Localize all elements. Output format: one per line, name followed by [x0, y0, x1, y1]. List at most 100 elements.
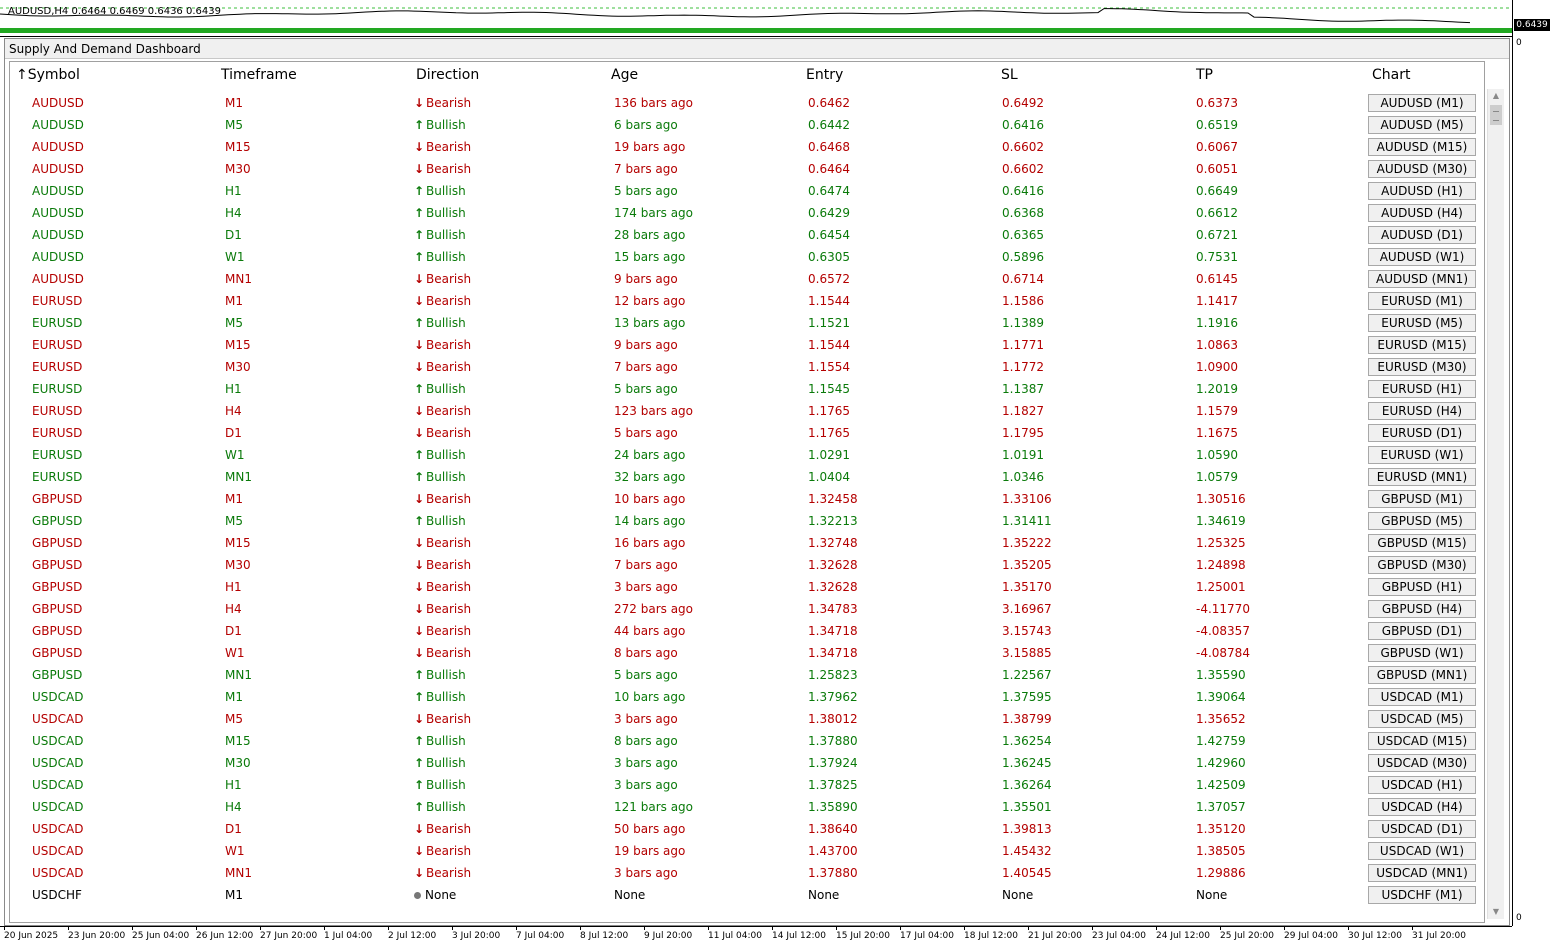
cell-direction: ↓ Bearish — [414, 712, 471, 726]
vertical-scrollbar[interactable]: ▲ ▼ — [1487, 89, 1504, 919]
open-chart-button[interactable]: GBPUSD (H1) — [1368, 578, 1476, 596]
cell-sl: 1.45432 — [1002, 844, 1052, 858]
cell-entry: 0.6462 — [808, 96, 850, 110]
open-chart-button[interactable]: AUDUSD (D1) — [1368, 226, 1476, 244]
open-chart-button[interactable]: EURUSD (MN1) — [1368, 468, 1476, 486]
header-symbol[interactable]: ↑Symbol — [16, 67, 80, 83]
cell-timeframe: D1 — [225, 426, 242, 440]
scroll-down-icon[interactable]: ▼ — [1488, 905, 1504, 919]
cell-tp: 1.1579 — [1196, 404, 1238, 418]
arrow-up-icon: ↑ — [414, 228, 425, 242]
cell-tp: 1.42509 — [1196, 778, 1246, 792]
cell-direction: ↓ Bearish — [414, 96, 471, 110]
cell-timeframe: M5 — [225, 118, 243, 132]
header-direction[interactable]: Direction — [416, 67, 479, 83]
open-chart-button[interactable]: GBPUSD (D1) — [1368, 622, 1476, 640]
cell-direction: ↑ Bullish — [414, 734, 466, 748]
open-chart-button[interactable]: USDCAD (M30) — [1368, 754, 1476, 772]
open-chart-button[interactable]: AUDUSD (M1) — [1368, 94, 1476, 112]
cell-age: 28 bars ago — [614, 228, 686, 242]
open-chart-button[interactable]: USDCAD (M5) — [1368, 710, 1476, 728]
cell-age: 3 bars ago — [614, 712, 678, 726]
time-tick-label: 20 Jun 2025 — [4, 931, 59, 941]
header-entry[interactable]: Entry — [806, 67, 843, 83]
cell-sl: 0.6416 — [1002, 184, 1044, 198]
open-chart-button[interactable]: AUDUSD (H4) — [1368, 204, 1476, 222]
cell-age: 5 bars ago — [614, 382, 678, 396]
header-timeframe[interactable]: Timeframe — [221, 67, 297, 83]
arrow-up-icon: ↑ — [414, 778, 425, 792]
table-row: EURUSD W1 ↑ Bullish 24 bars ago 1.0291 1.0191 1… — [10, 444, 1484, 466]
cell-age: 3 bars ago — [614, 756, 678, 770]
cell-sl: 1.22567 — [1002, 668, 1052, 682]
open-chart-button[interactable]: USDCAD (H1) — [1368, 776, 1476, 794]
time-tick-mark — [708, 927, 709, 930]
time-tick-label: 8 Jul 12:00 — [580, 931, 629, 941]
header-age[interactable]: Age — [611, 67, 638, 83]
cell-tp: 1.0900 — [1196, 360, 1238, 374]
time-tick-label: 21 Jul 20:00 — [1028, 931, 1082, 941]
cell-tp: 1.39064 — [1196, 690, 1246, 704]
open-chart-button[interactable]: GBPUSD (M1) — [1368, 490, 1476, 508]
cell-entry: 1.32458 — [808, 492, 858, 506]
time-tick-label: 25 Jun 04:00 — [132, 931, 190, 941]
open-chart-button[interactable]: AUDUSD (M30) — [1368, 160, 1476, 178]
table-row: GBPUSD M15 ↓ Bearish 16 bars ago 1.32748 1.352… — [10, 532, 1484, 554]
time-tick-mark — [132, 927, 133, 930]
price-chart-strip[interactable]: AUDUSD,H4 0.6464 0.6469 0.6436 0.6439 — [0, 0, 1512, 37]
open-chart-button[interactable]: USDCAD (W1) — [1368, 842, 1476, 860]
table-row: USDCAD H1 ↑ Bullish 3 bars ago 1.37825 1.36264… — [10, 774, 1484, 796]
scroll-thumb[interactable] — [1490, 105, 1502, 125]
open-chart-button[interactable]: EURUSD (M1) — [1368, 292, 1476, 310]
open-chart-button[interactable]: USDCAD (H4) — [1368, 798, 1476, 816]
open-chart-button[interactable]: EURUSD (W1) — [1368, 446, 1476, 464]
cell-sl: 3.15743 — [1002, 624, 1052, 638]
open-chart-button[interactable]: GBPUSD (M30) — [1368, 556, 1476, 574]
open-chart-button[interactable]: GBPUSD (MN1) — [1368, 666, 1476, 684]
open-chart-button[interactable]: USDCAD (M1) — [1368, 688, 1476, 706]
open-chart-button[interactable]: USDCAD (MN1) — [1368, 864, 1476, 882]
direction-label: None — [425, 888, 457, 902]
cell-direction: ↓ Bearish — [414, 624, 471, 638]
open-chart-button[interactable]: EURUSD (M5) — [1368, 314, 1476, 332]
cell-sl: 1.1387 — [1002, 382, 1044, 396]
cell-age: 19 bars ago — [614, 844, 686, 858]
cell-age: 136 bars ago — [614, 96, 694, 110]
open-chart-button[interactable]: EURUSD (M30) — [1368, 358, 1476, 376]
open-chart-button[interactable]: USDCAD (D1) — [1368, 820, 1476, 838]
cell-tp: 1.30516 — [1196, 492, 1246, 506]
direction-label: Bullish — [426, 690, 466, 704]
open-chart-button[interactable]: AUDUSD (M5) — [1368, 116, 1476, 134]
header-tp[interactable]: TP — [1196, 67, 1213, 83]
open-chart-button[interactable]: AUDUSD (H1) — [1368, 182, 1476, 200]
open-chart-button[interactable]: EURUSD (D1) — [1368, 424, 1476, 442]
open-chart-button[interactable]: AUDUSD (M15) — [1368, 138, 1476, 156]
open-chart-button[interactable]: USDCAD (M15) — [1368, 732, 1476, 750]
header-sl[interactable]: SL — [1001, 67, 1018, 83]
arrow-up-icon: ↑ — [414, 184, 425, 198]
open-chart-button[interactable]: GBPUSD (W1) — [1368, 644, 1476, 662]
open-chart-button[interactable]: AUDUSD (MN1) — [1368, 270, 1476, 288]
direction-label: Bearish — [426, 844, 472, 858]
time-tick-mark — [772, 927, 773, 930]
cell-symbol: USDCAD — [32, 690, 84, 704]
time-tick-label: 15 Jul 20:00 — [836, 931, 890, 941]
cell-entry: 0.6442 — [808, 118, 850, 132]
open-chart-button[interactable]: AUDUSD (W1) — [1368, 248, 1476, 266]
open-chart-button[interactable]: EURUSD (H1) — [1368, 380, 1476, 398]
open-chart-button[interactable]: EURUSD (M15) — [1368, 336, 1476, 354]
time-tick-label: 29 Jul 04:00 — [1284, 931, 1338, 941]
open-chart-button[interactable]: GBPUSD (H4) — [1368, 600, 1476, 618]
cell-direction: ↑ Bullish — [414, 316, 466, 330]
cell-sl: 1.36245 — [1002, 756, 1052, 770]
cell-direction: ↓ Bearish — [414, 162, 471, 176]
header-chart[interactable]: Chart — [1372, 67, 1410, 83]
direction-label: Bullish — [426, 668, 466, 682]
open-chart-button[interactable]: GBPUSD (M5) — [1368, 512, 1476, 530]
open-chart-button[interactable]: EURUSD (H4) — [1368, 402, 1476, 420]
cell-entry: 1.34718 — [808, 646, 858, 660]
cell-sl: 0.6368 — [1002, 206, 1044, 220]
open-chart-button[interactable]: USDCHF (M1) — [1368, 886, 1476, 904]
scroll-up-icon[interactable]: ▲ — [1488, 89, 1504, 103]
open-chart-button[interactable]: GBPUSD (M15) — [1368, 534, 1476, 552]
